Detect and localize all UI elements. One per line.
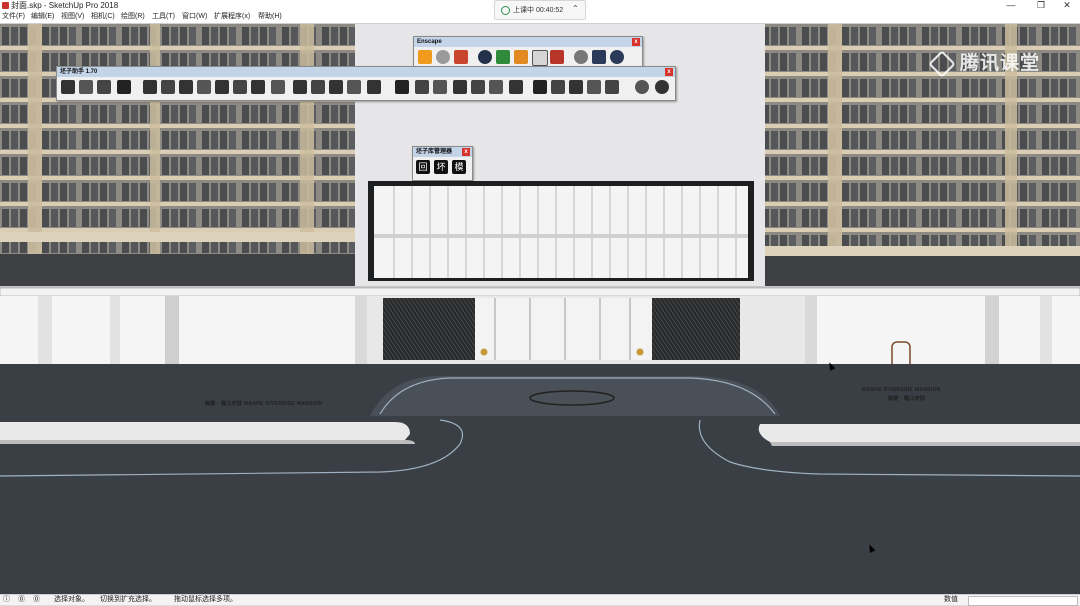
brick-tool-icon[interactable]: [347, 80, 361, 94]
chevron-up-icon[interactable]: ⌃: [572, 4, 579, 13]
figure-tool-icon[interactable]: [587, 80, 601, 94]
close-button[interactable]: ✕: [1052, 0, 1080, 11]
broom-tool-icon[interactable]: [605, 80, 619, 94]
wrap-tool-icon[interactable]: [367, 80, 381, 94]
enscape-light-icon[interactable]: [514, 50, 528, 64]
enscape-toolbar-title[interactable]: Enscape x: [414, 37, 642, 47]
right-building-sign-cn: 御園 · 臨江府邸: [888, 396, 926, 402]
close-icon[interactable]: x: [462, 148, 470, 156]
grid-tool-icon[interactable]: [489, 80, 503, 94]
enscape-asset-icon[interactable]: [496, 50, 510, 64]
enscape-info-icon[interactable]: [610, 50, 624, 64]
tencent-classroom-logo-icon: [928, 50, 956, 78]
pyramid-tool-icon[interactable]: [533, 80, 547, 94]
library-manager-title[interactable]: 坯子库管理器 x: [413, 147, 472, 157]
fold-tool-icon[interactable]: [311, 80, 325, 94]
bend-tool-icon[interactable]: [251, 80, 265, 94]
enscape-sync-icon[interactable]: [436, 50, 450, 64]
window-title: 封面.skp - SketchUp Pro 2018: [11, 1, 119, 10]
column-tool-icon[interactable]: [509, 80, 523, 94]
gear-icon[interactable]: [574, 50, 588, 64]
railing-tool-icon[interactable]: [79, 80, 93, 94]
enscape-mail-icon[interactable]: [592, 50, 606, 64]
array-tool-icon[interactable]: [179, 80, 193, 94]
line-tool-icon[interactable]: [97, 80, 111, 94]
menu-help[interactable]: 帮助(H): [258, 11, 282, 23]
arch-tool-icon[interactable]: [395, 80, 409, 94]
slope-tool-icon[interactable]: [471, 80, 485, 94]
menu-extensions[interactable]: 扩展程序(x): [214, 11, 250, 23]
dots-tool-icon[interactable]: [551, 80, 565, 94]
library-button-1[interactable]: 回: [416, 160, 430, 174]
model-viewport[interactable]: 御園 · 臨江府邸 MANHE RIVERSIDE MANSION MANHE …: [0, 24, 1080, 594]
pen-tool-icon[interactable]: [293, 80, 307, 94]
surface-tool-icon[interactable]: [271, 80, 285, 94]
move-tool-icon[interactable]: [143, 80, 157, 94]
enscape-tool-row: [414, 47, 642, 67]
menu-view[interactable]: 视图(V): [61, 11, 84, 23]
arc-tool-icon[interactable]: [215, 80, 229, 94]
menu-draw[interactable]: 绘图(R): [121, 11, 145, 23]
helper-tool-row: [57, 77, 675, 97]
enscape-views-icon[interactable]: [454, 50, 468, 64]
path-tool-icon[interactable]: [197, 80, 211, 94]
tencent-classroom-watermark: 腾讯课堂: [928, 48, 1040, 78]
chain-tool-icon[interactable]: [415, 80, 429, 94]
library-button-row: 回 坏 模: [413, 157, 472, 177]
enscape-material-icon[interactable]: [532, 50, 548, 66]
menu-edit[interactable]: 编辑(E): [31, 11, 54, 23]
menu-tools[interactable]: 工具(T): [152, 11, 175, 23]
sketchup-logo-icon: [2, 2, 9, 9]
scene-drawing: [0, 24, 1080, 594]
measurements-input[interactable]: [968, 596, 1078, 606]
status-bar: ⓘ ⓪ ⓪ 选择对象。 切换到扩充选择。 拖动鼠标选择多项。 数值: [0, 594, 1080, 606]
target-tool-icon[interactable]: [453, 80, 467, 94]
settings-tool-icon[interactable]: [635, 80, 649, 94]
menu-camera[interactable]: 相机(C): [91, 11, 115, 23]
live-class-indicator[interactable]: 上课中 00:40:52 ⌃: [494, 0, 586, 20]
helper-toolbar-title[interactable]: 坯子助手 1.70 x: [57, 67, 675, 77]
stair-tool-icon[interactable]: [61, 80, 75, 94]
close-icon[interactable]: x: [665, 68, 673, 76]
enscape-add-icon[interactable]: [478, 50, 492, 64]
book-tool-icon[interactable]: [569, 80, 583, 94]
curve-tool-icon[interactable]: [433, 80, 447, 94]
library-manager-toolbar[interactable]: 坯子库管理器 x 回 坏 模: [412, 146, 473, 181]
menu-window[interactable]: 窗口(W): [182, 11, 207, 23]
minimize-button[interactable]: —: [996, 0, 1026, 11]
enscape-start-icon[interactable]: [418, 50, 432, 64]
live-class-timer: 上课中 00:40:52: [513, 7, 564, 14]
right-building-sign-en: MANHE RIVERSIDE MANSION: [862, 387, 941, 393]
bars-tool-icon[interactable]: [117, 80, 131, 94]
close-icon[interactable]: x: [632, 38, 640, 46]
enscape-toolbar[interactable]: Enscape x: [413, 36, 643, 70]
shape-tool-icon[interactable]: [329, 80, 343, 94]
enscape-upload-icon[interactable]: [550, 50, 564, 64]
live-status-icon: [501, 6, 510, 15]
cancel-tool-icon[interactable]: [655, 80, 669, 94]
left-building-sign: 御園 · 臨江府邸 MANHE RIVERSIDE MANSION: [205, 401, 323, 407]
menu-file[interactable]: 文件(F): [2, 11, 25, 23]
helper-toolbar[interactable]: 坯子助手 1.70 x: [56, 66, 676, 101]
split-tool-icon[interactable]: [161, 80, 175, 94]
library-button-2[interactable]: 坏: [434, 160, 448, 174]
watermark-text: 腾讯课堂: [960, 53, 1041, 74]
rotate-tool-icon[interactable]: [233, 80, 247, 94]
library-button-3[interactable]: 模: [452, 160, 466, 174]
